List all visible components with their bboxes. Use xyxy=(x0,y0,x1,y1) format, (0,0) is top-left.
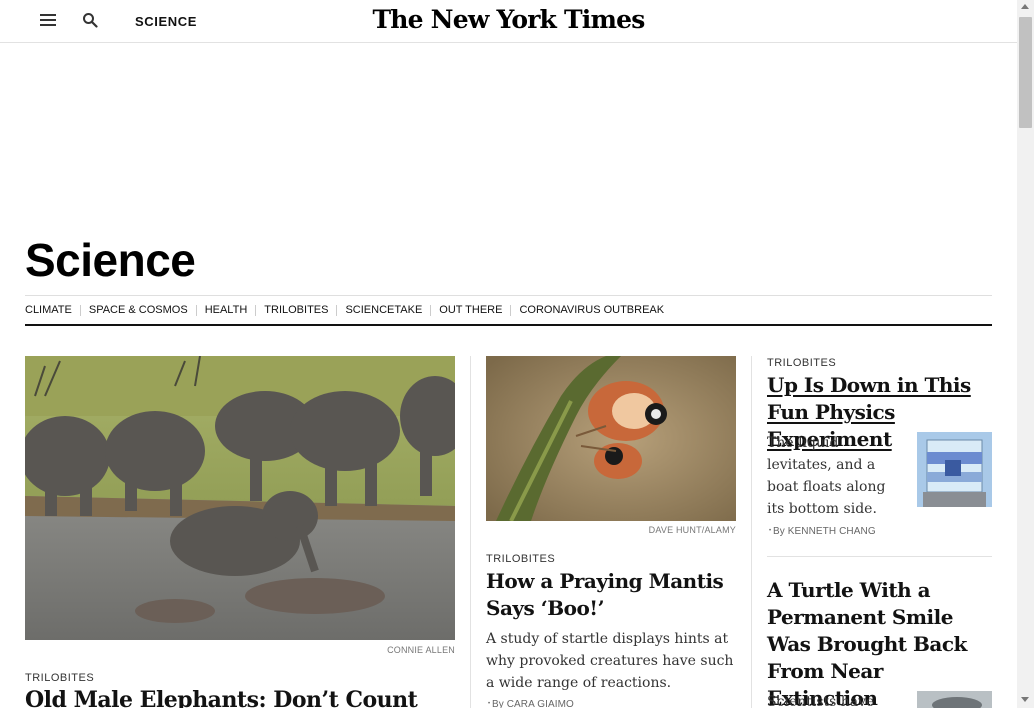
scroll-up-arrow-icon[interactable] xyxy=(1021,4,1029,9)
scroll-down-arrow-icon[interactable] xyxy=(1021,697,1029,702)
scroll-thumb[interactable] xyxy=(1019,17,1032,128)
elephants-photo[interactable] xyxy=(25,356,455,640)
physics-summary: The liquid levitates, and a boat floats … xyxy=(767,435,886,517)
photo-credit: DAVE HUNT/ALAMY xyxy=(648,525,736,535)
nyt-logo[interactable]: The New York Times xyxy=(0,5,1017,34)
subnav-item-health[interactable]: HEALTH xyxy=(195,305,256,316)
physics-experiment-thumbnail[interactable] xyxy=(917,432,992,507)
subnav-item-trilobites[interactable]: TRILOBITES xyxy=(255,305,336,316)
turtle-headline[interactable]: A Turtle With a Permanent Smile Was Brou… xyxy=(767,577,992,708)
subnav-item-space-cosmos[interactable]: SPACE & COSMOS xyxy=(79,305,196,316)
subnav-item-coronavirus[interactable]: CORONAVIRUS OUTBREAK xyxy=(510,305,672,316)
story-kicker[interactable]: TRILOBITES xyxy=(25,672,94,684)
mantis-summary: A study of startle displays hints at why… xyxy=(486,631,734,691)
lead-headline[interactable]: Old Male Elephants: Don’t Count Them Out xyxy=(25,686,465,708)
mantis-headline[interactable]: How a Praying Mantis Says ‘Boo!’ xyxy=(486,568,736,622)
subnav-item-sciencetake[interactable]: SCIENCETAKE xyxy=(336,305,430,316)
praying-mantis-photo[interactable] xyxy=(486,356,736,521)
turtle-thumbnail[interactable] xyxy=(917,691,992,708)
column-divider xyxy=(751,356,752,708)
subnav-item-climate[interactable]: CLIMATE xyxy=(25,305,80,316)
scrollbar[interactable] xyxy=(1017,0,1034,708)
byline[interactable]: By CARA GIAIMO xyxy=(488,699,574,708)
column-divider xyxy=(470,356,471,708)
top-bar: SCIENCE The New York Times xyxy=(0,0,1017,43)
story-divider xyxy=(767,556,992,557)
subnav-item-out-there[interactable]: OUT THERE xyxy=(430,305,510,316)
story-kicker[interactable]: TRILOBITES xyxy=(486,553,555,565)
turtle-summary: Scientists have xyxy=(767,694,875,708)
photo-credit: CONNIE ALLEN xyxy=(387,645,455,655)
byline[interactable]: By KENNETH CHANG xyxy=(769,526,876,537)
story-kicker[interactable]: TRILOBITES xyxy=(767,357,836,369)
page-title: Science xyxy=(25,234,196,286)
section-subnav: CLIMATE SPACE & COSMOS HEALTH TRILOBITES… xyxy=(25,295,992,326)
